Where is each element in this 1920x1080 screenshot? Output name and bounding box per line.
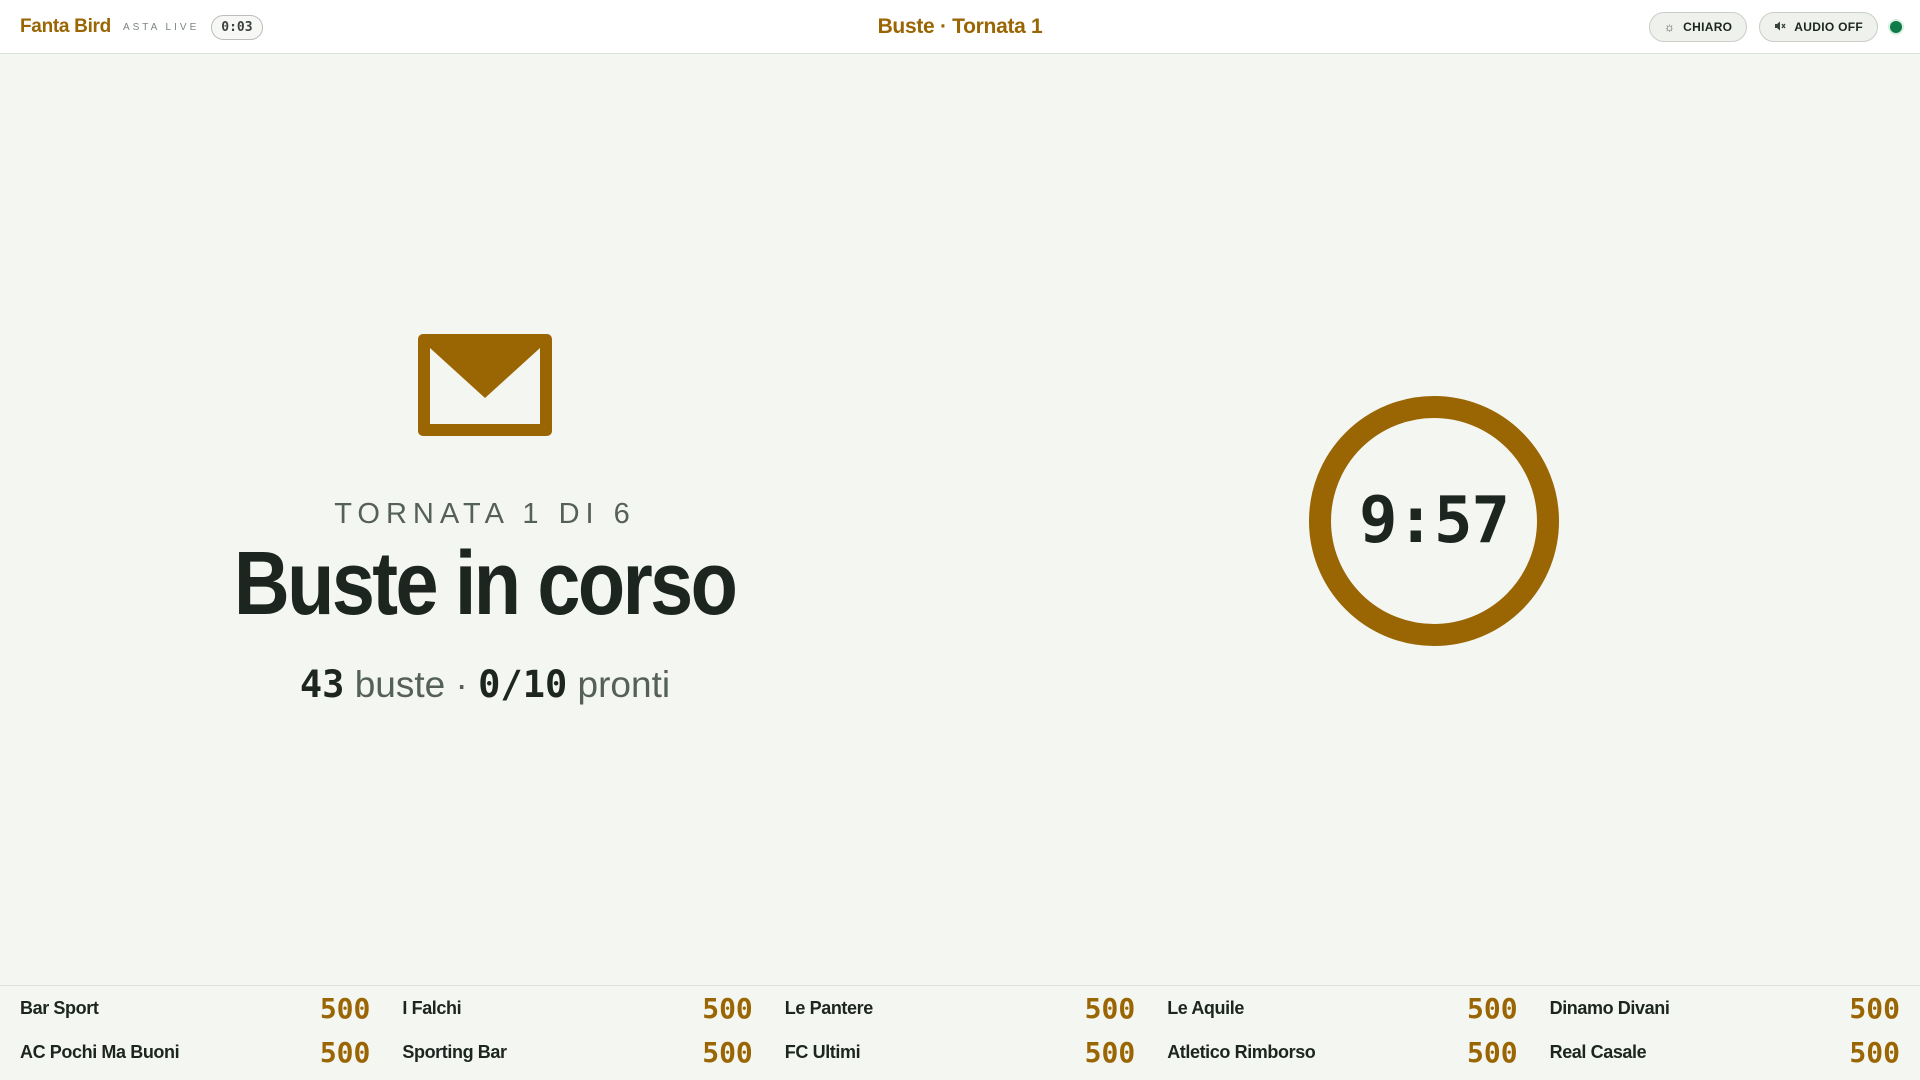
- team-name: Le Pantere: [784, 997, 873, 1018]
- team-budget-item: Dinamo Divani 500: [1550, 986, 1900, 1030]
- team-name: Atletico Rimborso: [1167, 1041, 1316, 1062]
- team-budget-item: Real Casale 500: [1550, 1030, 1900, 1074]
- theme-toggle-label: CHIARO: [1683, 20, 1733, 34]
- envelopes-label: buste: [354, 664, 446, 705]
- team-budget: 500: [702, 991, 753, 1025]
- round-status-panel: TORNATA 1 DI 6 Buste in corso 43 buste ·…: [185, 330, 785, 706]
- speaker-muted-icon: [1774, 20, 1786, 35]
- countdown-timer: 9:57: [1306, 393, 1562, 649]
- ready-count: 0/10: [478, 663, 568, 706]
- stats-separator: ·: [455, 664, 468, 705]
- round-stats: 43 buste · 0/10 pronti: [300, 663, 670, 706]
- team-name: Le Aquile: [1167, 997, 1244, 1018]
- connection-status-indicator: [1890, 21, 1902, 33]
- ready-label: pronti: [577, 664, 671, 705]
- top-bar: Fanta Bird ASTA LIVE 0:03 Buste · Tornat…: [0, 0, 1920, 54]
- team-budget: 500: [1849, 1035, 1900, 1069]
- team-budget-item: Le Aquile 500: [1167, 986, 1517, 1030]
- theme-toggle-button[interactable]: ☼ CHIARO: [1648, 12, 1748, 42]
- team-budget: 500: [1849, 991, 1900, 1025]
- team-budget: 500: [319, 991, 371, 1025]
- team-budget-item: Le Pantere 500: [785, 986, 1135, 1030]
- top-actions: ☼ CHIARO AUDIO OFF: [1648, 0, 1902, 54]
- team-name: Sporting Bar: [402, 1041, 507, 1062]
- team-budget-item: Sporting Bar 500: [402, 1030, 752, 1074]
- audio-toggle-button[interactable]: AUDIO OFF: [1759, 12, 1878, 42]
- team-budget-item: Atletico Rimborso 500: [1167, 1030, 1517, 1074]
- team-name: FC Ultimi: [784, 1041, 861, 1062]
- team-budgets-strip: Bar Sport 500 I Falchi 500 Le Pantere 500 Le A…: [0, 985, 1920, 1080]
- audio-toggle-label: AUDIO OFF: [1794, 20, 1863, 34]
- page-title: Buste · Tornata 1: [877, 15, 1043, 38]
- team-budget: 500: [702, 1035, 753, 1069]
- sun-icon: ☼: [1663, 20, 1676, 34]
- team-budget: 500: [1084, 1035, 1136, 1069]
- team-budget-item: I Falchi 500: [402, 986, 752, 1030]
- round-label: TORNATA 1 DI 6: [334, 498, 636, 530]
- team-name: Bar Sport: [20, 997, 99, 1018]
- team-budget: 500: [1084, 991, 1136, 1025]
- team-name: I Falchi: [402, 997, 462, 1018]
- team-name: AC Pochi Ma Buoni: [20, 1041, 180, 1062]
- team-name: Real Casale: [1549, 1041, 1647, 1062]
- team-budget: 500: [1467, 1035, 1518, 1069]
- team-budget: 500: [1467, 991, 1518, 1025]
- timer-display: 9:57: [1358, 484, 1510, 558]
- team-budget: 500: [319, 1035, 371, 1069]
- phase-headline: Buste in corso: [234, 534, 738, 634]
- team-budget-item: AC Pochi Ma Buoni 500: [20, 1030, 370, 1074]
- team-budget-item: FC Ultimi 500: [785, 1030, 1135, 1074]
- team-name: Dinamo Divani: [1549, 997, 1670, 1018]
- envelopes-count: 43: [299, 663, 345, 706]
- envelope-icon: [418, 334, 552, 436]
- team-budget-item: Bar Sport 500: [20, 986, 370, 1030]
